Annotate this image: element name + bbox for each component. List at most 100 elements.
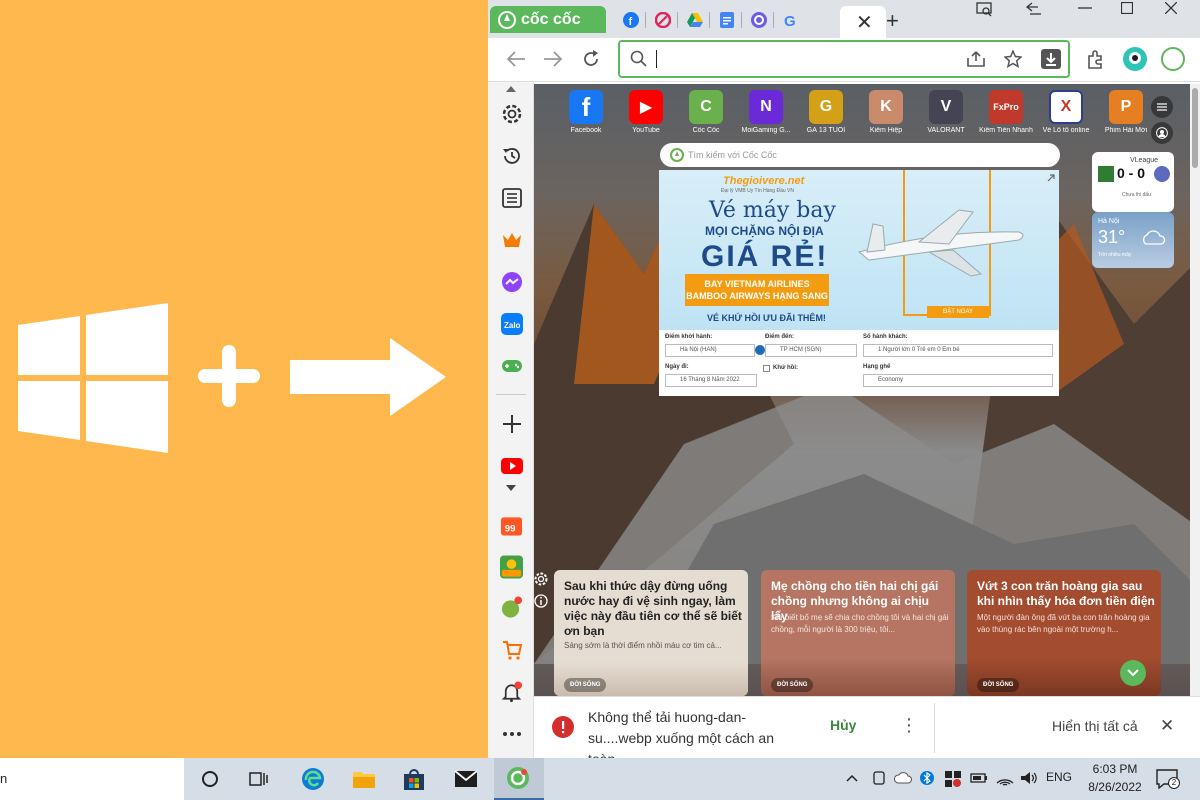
close-download-bar-button[interactable]: ✕ <box>1160 716 1174 736</box>
forward-icon[interactable] <box>543 50 563 68</box>
scroll-down-icon[interactable] <box>506 485 516 491</box>
google-docs-icon <box>720 12 734 28</box>
scroll-down-button[interactable] <box>1120 660 1146 686</box>
shortcut-youtube[interactable]: ▶ YouTube <box>618 90 674 134</box>
tab-google-drive[interactable] <box>680 8 710 32</box>
volume-icon[interactable] <box>1020 771 1038 785</box>
ad-book-button[interactable]: ĐẶT NGAY <box>927 306 989 318</box>
address-bar[interactable] <box>618 40 1070 78</box>
sidebar-reading-list[interactable] <box>500 186 523 209</box>
taskbar-search-box[interactable]: n <box>0 758 184 800</box>
swap-route-icon[interactable] <box>755 345 765 355</box>
news-card-1[interactable]: Sau khi thức dậy đừng uống nước hay đi v… <box>554 570 748 696</box>
news-settings-icon[interactable] <box>534 572 548 586</box>
show-all-downloads-button[interactable]: Hiển thị tất cả <box>1052 718 1138 734</box>
ad-collapse-icon[interactable] <box>1045 172 1057 184</box>
flight-ad-banner[interactable]: Thegioivere.net Đại lý VMB Uy Tín Hàng Đ… <box>659 170 1059 396</box>
window-close-icon[interactable] <box>1165 2 1177 14</box>
sidebar-zalo[interactable]: Zalo <box>500 312 523 335</box>
back-icon[interactable] <box>506 50 526 68</box>
weather-temp: 31° <box>1098 227 1126 247</box>
taskbar-file-explorer[interactable] <box>351 767 377 791</box>
download-more-button[interactable]: ⋮ <box>900 715 918 736</box>
tray-expand-icon[interactable] <box>846 774 858 782</box>
tab-purple-app[interactable] <box>744 8 774 32</box>
sidebar-notifications[interactable] <box>500 680 523 703</box>
shortcut-veloto[interactable]: X Vé Lô tô online <box>1038 90 1094 134</box>
clock-date[interactable]: 8/26/2022 <box>1082 780 1148 794</box>
action-center-button[interactable]: 2 <box>1156 769 1180 791</box>
bluetooth-icon[interactable] <box>920 770 934 786</box>
roundtrip-checkbox[interactable] <box>763 365 770 372</box>
task-view-button[interactable] <box>246 767 272 791</box>
shortcut-phimhai[interactable]: P Phim Hài Mới <box>1098 90 1154 134</box>
sidebar-settings[interactable] <box>500 102 523 125</box>
to-field[interactable]: TP HCM (SGN) <box>765 344 857 357</box>
shortcut-ga13[interactable]: G GÀ 13 TUỔI <box>798 90 854 134</box>
new-tab-button[interactable]: + <box>886 8 899 34</box>
notification-count: 2 <box>1168 777 1180 789</box>
security-shield-icon[interactable] <box>944 770 962 788</box>
sidebar-crown[interactable] <box>500 228 523 251</box>
page-scrollbar[interactable] <box>1190 84 1200 696</box>
pax-field[interactable]: 1 Người lớn 0 Trẻ em 0 Em bé <box>863 344 1053 357</box>
sidebar-coins[interactable] <box>500 555 523 578</box>
shortcut-fxpro[interactable]: FxPro Kiếm Tiền Nhanh <box>978 90 1034 134</box>
onedrive-icon[interactable] <box>894 772 912 784</box>
cancel-download-button[interactable]: Hủy <box>830 717 856 733</box>
search-tabs-icon[interactable] <box>976 2 994 18</box>
taskbar-mail[interactable] <box>453 767 479 791</box>
sidebar-youtube[interactable] <box>500 454 523 477</box>
cortana-button[interactable] <box>197 767 223 791</box>
clock-time[interactable]: 6:03 PM <box>1086 762 1144 776</box>
sidebar-messenger[interactable] <box>500 270 523 293</box>
taskbar-coccoc-active[interactable] <box>494 758 544 800</box>
class-select[interactable]: Economy <box>863 374 1053 387</box>
wifi-icon[interactable] <box>996 770 1014 786</box>
sidebar-games[interactable] <box>500 354 523 377</box>
download-icon[interactable] <box>1041 49 1061 69</box>
bookmark-star-icon[interactable] <box>1004 50 1022 68</box>
taskbar-store[interactable] <box>401 767 427 791</box>
customize-button[interactable] <box>1151 96 1173 118</box>
battery-icon[interactable] <box>970 772 988 784</box>
input-language[interactable]: ENG <box>1046 770 1072 784</box>
date-field[interactable]: 16 Tháng 8 Năm 2022 <box>665 374 757 387</box>
restore-tab-icon[interactable] <box>1026 2 1042 16</box>
coccoc-brand-tab[interactable]: cốc cốc <box>490 6 606 33</box>
tab-facebook[interactable]: f <box>616 8 646 32</box>
maximize-icon[interactable] <box>1121 2 1133 14</box>
tab-opera[interactable] <box>648 8 678 32</box>
tab-google-docs[interactable] <box>712 8 742 32</box>
shortcut-moigaming[interactable]: N MoiGaming G... <box>738 90 794 134</box>
shortcut-coccoc[interactable]: C Cốc Cốc <box>678 90 734 134</box>
coccoc-search-input[interactable]: Tìm kiếm với Cốc Cốc <box>660 143 1060 167</box>
sidebar-more[interactable] <box>500 722 523 745</box>
tab-close-icon[interactable]: ✕ <box>856 10 873 35</box>
sidebar-history[interactable] <box>500 144 523 167</box>
taskbar-edge[interactable] <box>300 767 326 791</box>
sidebar-lazada[interactable] <box>500 638 523 661</box>
extensions-icon[interactable] <box>1085 48 1107 70</box>
status-ring-icon[interactable] <box>1160 46 1186 72</box>
reload-icon[interactable] <box>581 49 601 69</box>
football-widget[interactable]: VLeague 0 - 0 Chưa thi đấu <box>1092 152 1174 212</box>
profile-avatar-icon[interactable] <box>1122 46 1148 72</box>
info-icon[interactable] <box>534 594 548 608</box>
sidebar-shop99[interactable]: 99 <box>500 513 523 536</box>
scrollbar-thumb[interactable] <box>1192 88 1198 168</box>
shortcut-valorant[interactable]: V VALORANT <box>918 90 974 134</box>
weather-widget[interactable]: Hà Nội 31° Trời nhiều mây <box>1092 212 1174 268</box>
share-icon[interactable] <box>966 50 986 68</box>
scroll-up-icon[interactable] <box>506 86 516 92</box>
from-field[interactable]: Hà Nội (HAN) <box>665 344 755 357</box>
news-card-2[interactable]: Mẹ chồng cho tiền hai chị gái chồng nhưn… <box>761 570 955 696</box>
minimize-icon[interactable] <box>1078 6 1092 10</box>
sidebar-add[interactable] <box>500 412 523 435</box>
account-button[interactable] <box>1151 122 1173 144</box>
shortcut-facebook[interactable]: f Facebook <box>558 90 614 134</box>
shortcut-kiemhiep[interactable]: K Kiếm Hiệp <box>858 90 914 134</box>
tab-google[interactable]: G <box>776 8 806 32</box>
device-icon[interactable] <box>872 771 886 785</box>
sidebar-chat[interactable] <box>500 596 523 619</box>
